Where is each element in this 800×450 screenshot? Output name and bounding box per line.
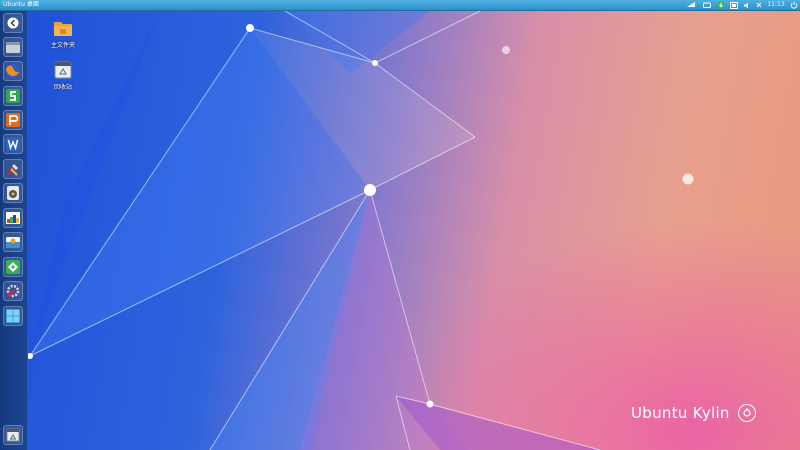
image-viewer-icon [6,212,20,224]
power-icon[interactable] [789,1,799,9]
launcher-trash[interactable] [3,425,23,445]
ubuntu-kylin-logo-icon [737,404,756,422]
keyboard-icon[interactable] [702,1,712,9]
launcher-item-system-settings[interactable] [3,281,23,301]
firefox-icon [6,64,20,78]
wallpaper [0,11,694,450]
system-settings-icon [6,284,20,298]
trash-icon [52,60,74,80]
workspace-switcher-icon [6,309,20,323]
launcher-item-workspace-switcher[interactable] [3,306,23,326]
trash-icon [6,428,20,442]
wps-writer-icon [6,137,20,151]
launcher-item-wps-presentation[interactable] [3,110,23,130]
window-title: Ubuntu 桌面 [3,1,39,8]
desktop-icon-home-folder[interactable]: 主文件夹 [38,18,88,49]
desktop[interactable]: 主文件夹 回收站 Ubuntu Kylin [0,11,800,450]
language-icon[interactable] [754,1,764,9]
software-center-icon [6,237,20,248]
brand-watermark: Ubuntu Kylin [631,402,756,424]
launcher-item-software-center[interactable] [3,232,23,252]
wps-presentation-icon [6,113,20,127]
desktop-icon-label: 回收站 [53,84,72,91]
battery-icon[interactable] [729,1,739,9]
launcher-item-wps-writer[interactable] [3,134,23,154]
launcher-item-wps-spreadsheets[interactable] [3,86,23,106]
file-manager-icon [6,42,20,53]
launcher-item-firefox[interactable] [3,61,23,81]
launcher-item-kylin-assistant[interactable] [3,257,23,277]
kylin-assistant-icon [6,260,20,274]
top-panel: Ubuntu 桌面 11:13 [0,0,800,11]
wps-spreadsheets-icon [6,89,20,103]
brand-text: Ubuntu Kylin [631,404,730,422]
media-player-icon [7,186,19,200]
launcher-item-media-player[interactable] [3,183,23,203]
sound-icon[interactable] [742,1,752,9]
home-folder-icon [52,18,74,38]
ubuntu-dash-icon [7,17,19,29]
desktop-icon-trash[interactable]: 回收站 [38,60,88,91]
clock[interactable]: 11:13 [766,1,786,9]
dash-home-button[interactable] [3,13,23,33]
network-icon[interactable] [686,1,696,9]
launcher [0,11,28,450]
desktop-icon-label: 主文件夹 [50,42,75,49]
update-icon[interactable] [716,1,726,9]
tools-icon [7,164,18,176]
launcher-item-image-viewer[interactable] [3,208,23,228]
launcher-item-tools[interactable] [3,159,23,179]
launcher-item-files[interactable] [3,37,23,57]
